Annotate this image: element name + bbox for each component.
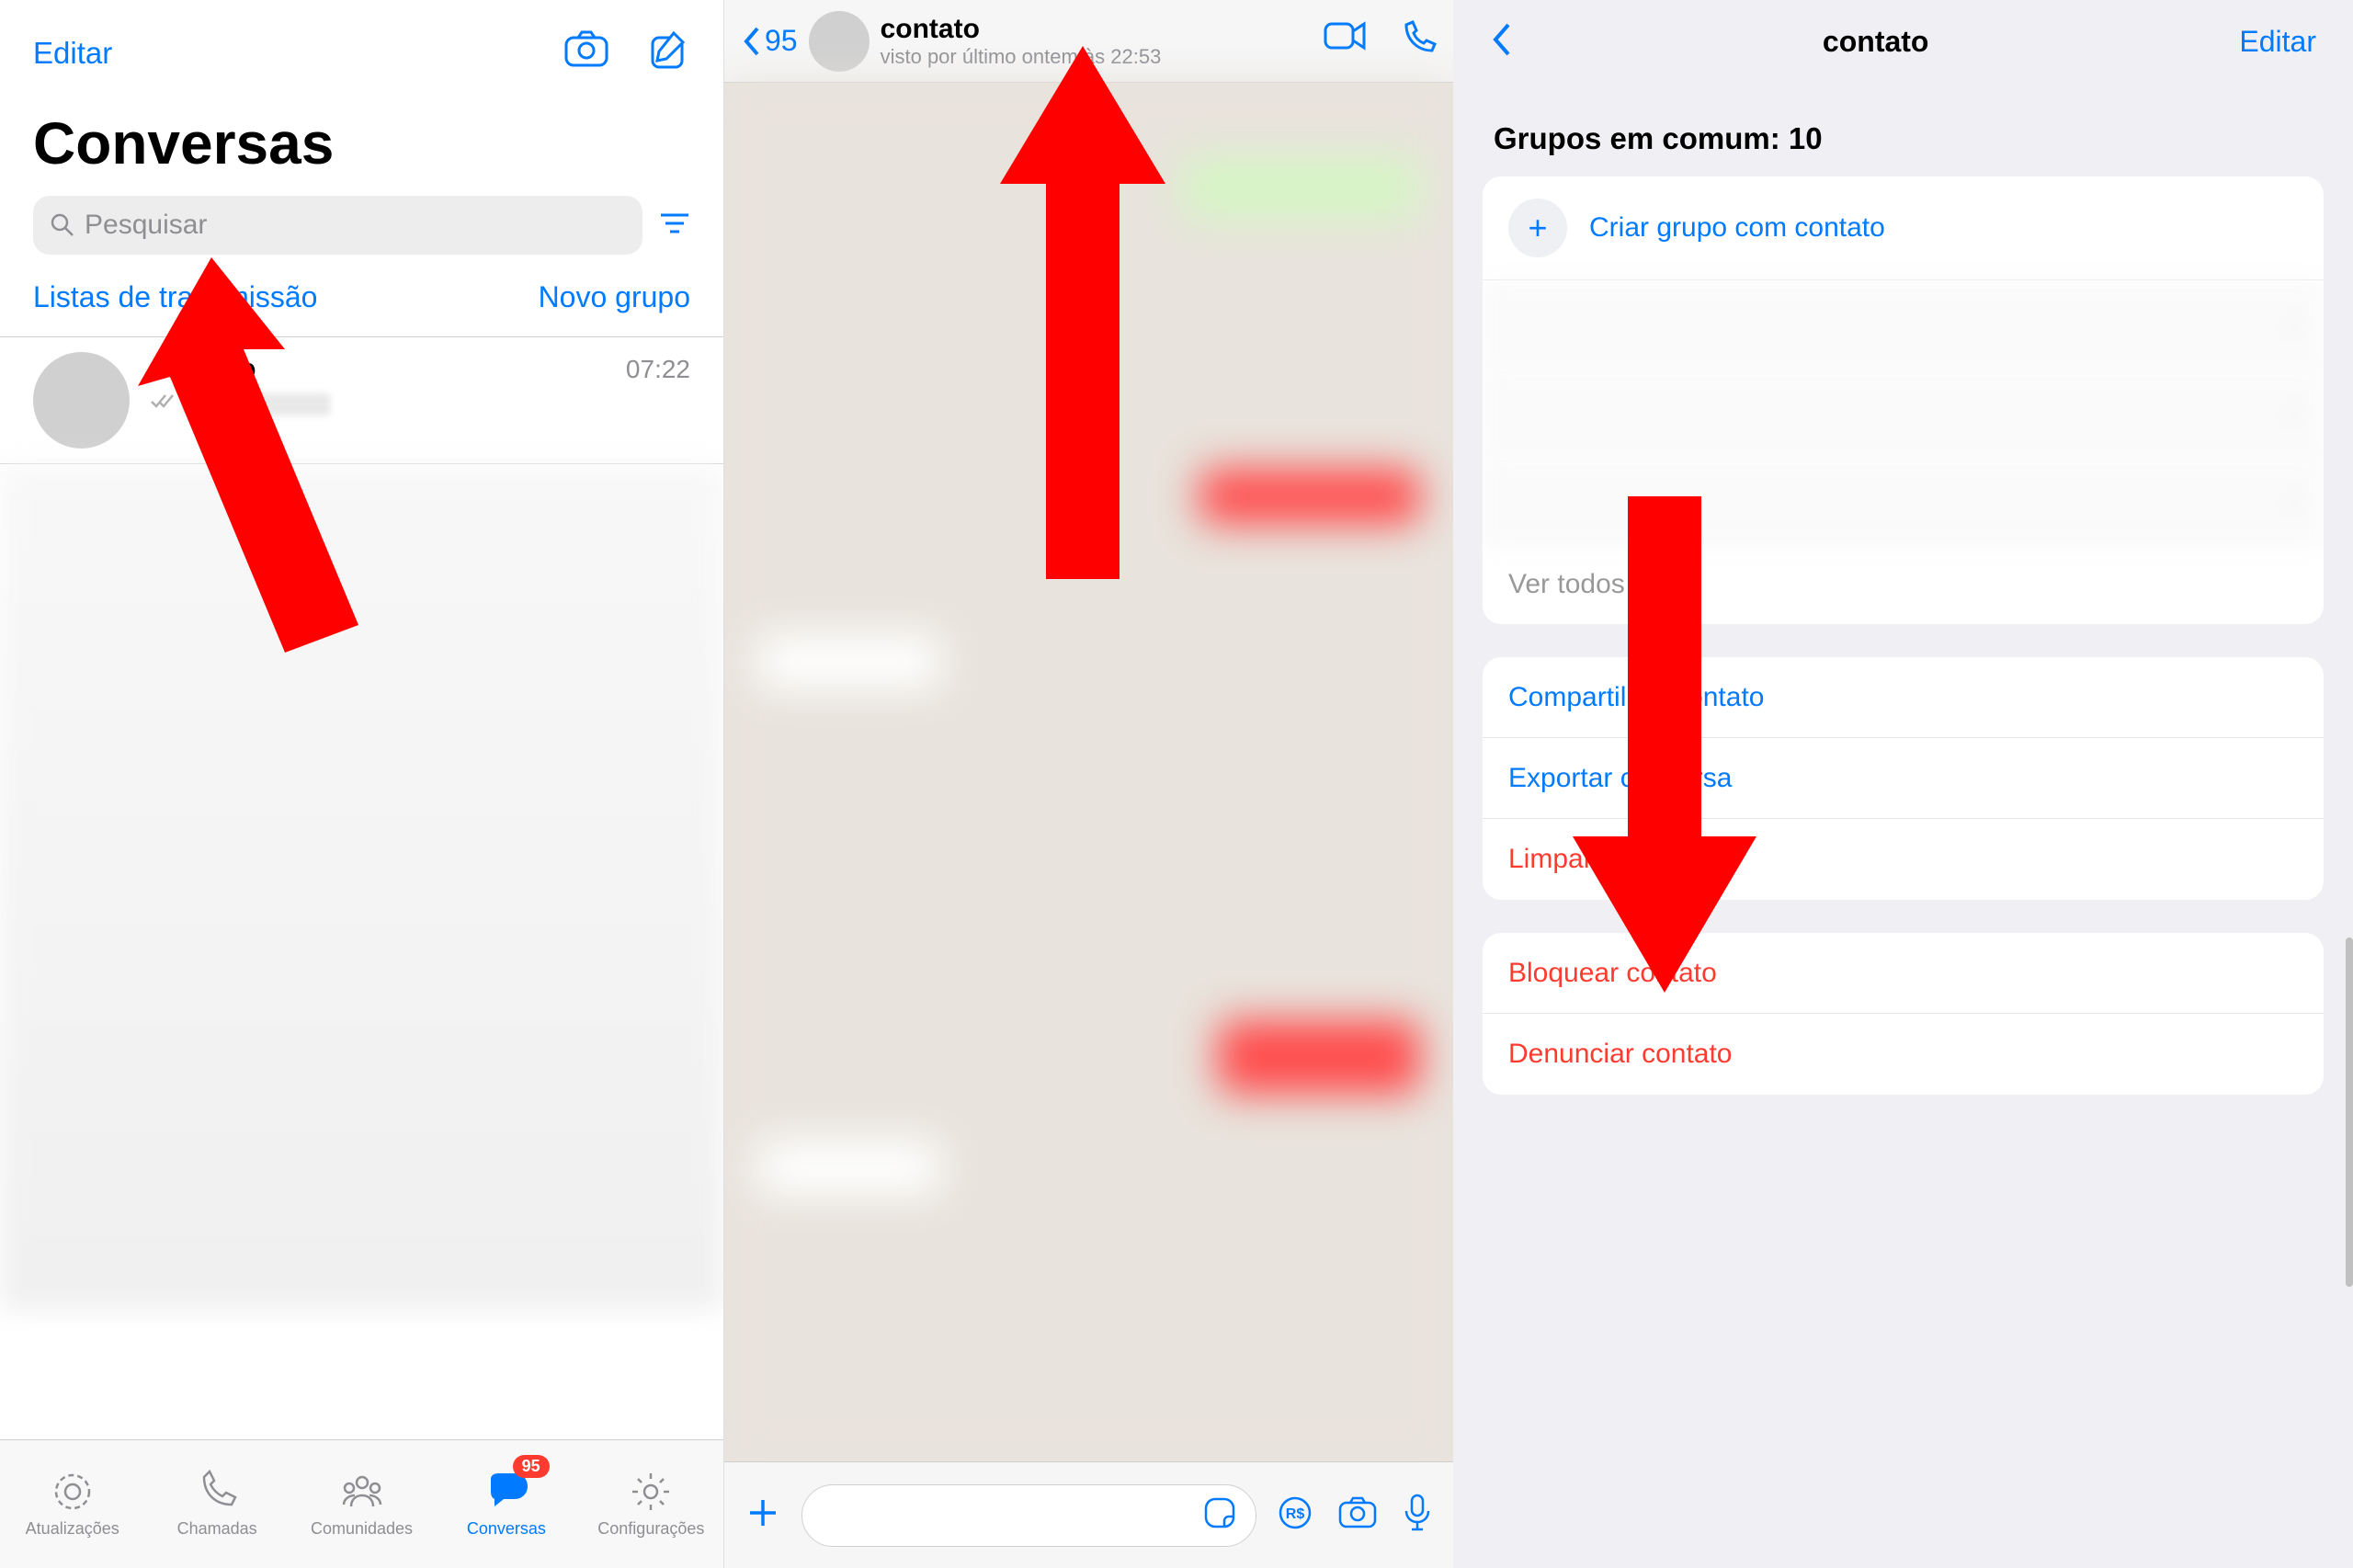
page-title: Conversas (0, 85, 723, 196)
back-count: 95 (765, 24, 798, 58)
chevron-left-icon (741, 25, 761, 58)
group-item-blurred[interactable]: › (1483, 457, 2324, 545)
group-item-blurred[interactable]: › (1483, 280, 2324, 369)
tab-settings[interactable]: Configurações (579, 1440, 723, 1568)
contact-info-panel: contato Editar Grupos em comum: 10 + Cri… (1453, 0, 2353, 1568)
conversas-panel: Editar Conversas Pesquisar Listas de tra… (0, 0, 724, 1568)
chat-time: 07:22 (626, 355, 690, 384)
create-group-label: Criar grupo com contato (1589, 212, 1885, 244)
info-title: contato (1823, 25, 1929, 59)
back-button[interactable] (1490, 21, 1512, 62)
tab-label: Conversas (467, 1519, 546, 1539)
payment-icon[interactable]: R$ (1277, 1494, 1313, 1536)
voice-call-icon[interactable] (1400, 20, 1437, 62)
compose-icon[interactable] (648, 29, 690, 76)
camera-input-icon[interactable] (1337, 1495, 1378, 1535)
attach-icon[interactable] (745, 1494, 781, 1536)
last-seen: visto por último ontem às 22:53 (881, 45, 1312, 69)
tab-chats[interactable]: 95 Conversas (434, 1440, 578, 1568)
chat-panel: 95 contato visto por último ontem às 22:… (724, 0, 1453, 1568)
share-label: Compartilhar contato (1508, 682, 1764, 713)
share-contact-row[interactable]: Compartilhar contato (1483, 657, 2324, 738)
input-actions: R$ (1277, 1493, 1433, 1538)
top-icons (563, 29, 690, 76)
chat-header-title[interactable]: contato visto por último ontem às 22:53 (881, 14, 1312, 69)
tab-label: Comunidades (311, 1519, 413, 1539)
chat-body: contato 07:22 (150, 352, 690, 417)
block-label: Bloquear contato (1508, 958, 1717, 989)
actions-card-2: Bloquear contato Denunciar contato (1483, 933, 2324, 1095)
chat-body (724, 83, 1453, 1461)
chat-header: 95 contato visto por último ontem às 22:… (724, 0, 1453, 83)
report-label: Denunciar contato (1508, 1039, 1733, 1070)
block-contact-row[interactable]: Bloquear contato (1483, 933, 2324, 1014)
sticker-icon[interactable] (1202, 1495, 1237, 1535)
edit-button[interactable]: Editar (2239, 25, 2316, 59)
groups-card: + Criar grupo com contato › › › Ver todo… (1483, 176, 2324, 624)
chevron-left-icon (1490, 21, 1512, 58)
edit-button[interactable]: Editar (33, 36, 112, 71)
camera-icon[interactable] (563, 29, 609, 76)
groups-section-title: Grupos em comum: 10 (1453, 83, 2353, 176)
chats-badge: 95 (513, 1455, 550, 1478)
filter-icon[interactable] (659, 210, 690, 241)
read-receipt-icon (150, 392, 177, 417)
updates-icon (51, 1470, 95, 1514)
broadcast-link[interactable]: Listas de transmissão (33, 280, 317, 314)
group-item-blurred[interactable]: › (1483, 369, 2324, 457)
chat-row[interactable]: contato 07:22 (0, 337, 723, 463)
avatar (33, 352, 130, 449)
search-icon (50, 212, 75, 238)
video-call-icon[interactable] (1323, 20, 1367, 62)
top-bar: Editar (0, 0, 723, 85)
header-actions (1323, 20, 1437, 62)
info-header: contato Editar (1453, 0, 2353, 83)
see-all-label: Ver todos (1508, 569, 1625, 599)
tab-label: Chamadas (177, 1519, 257, 1539)
mic-icon[interactable] (1402, 1493, 1433, 1538)
create-group-row[interactable]: + Criar grupo com contato (1483, 176, 2324, 280)
communities-icon (338, 1470, 386, 1514)
tab-updates[interactable]: Atualizações (0, 1440, 144, 1568)
search-row: Pesquisar (0, 196, 723, 255)
contact-name: contato (881, 14, 1312, 45)
tab-communities[interactable]: Comunidades (290, 1440, 434, 1568)
chat-name: contato (150, 352, 256, 386)
chat-preview-blurred (183, 393, 330, 415)
gear-icon (629, 1470, 673, 1514)
phone-icon (195, 1470, 239, 1514)
clear-label: Limpar conversa (1508, 844, 1712, 875)
svg-text:R$: R$ (1286, 1506, 1305, 1522)
export-chat-row[interactable]: Exportar conversa (1483, 738, 2324, 819)
new-group-link[interactable]: Novo grupo (539, 280, 690, 314)
clear-chat-row[interactable]: Limpar conversa (1483, 819, 2324, 900)
report-contact-row[interactable]: Denunciar contato (1483, 1014, 2324, 1095)
plus-icon: + (1508, 199, 1567, 257)
links-row: Listas de transmissão Novo grupo (0, 255, 723, 336)
blurred-chat-list (0, 464, 723, 1310)
chat-avatar[interactable] (809, 11, 870, 72)
blurred-messages (724, 83, 1453, 1461)
input-bar: R$ (724, 1461, 1453, 1568)
scrollbar[interactable] (2346, 937, 2353, 1287)
search-placeholder: Pesquisar (85, 210, 207, 241)
tab-label: Atualizações (26, 1519, 119, 1539)
tab-label: Configurações (597, 1519, 704, 1539)
tab-calls[interactable]: Chamadas (144, 1440, 289, 1568)
search-input[interactable]: Pesquisar (33, 196, 642, 255)
actions-card-1: Compartilhar contato Exportar conversa L… (1483, 657, 2324, 900)
message-input[interactable] (801, 1484, 1256, 1547)
see-all-row[interactable]: Ver todos (1483, 545, 2324, 624)
export-label: Exportar conversa (1508, 763, 1732, 794)
back-button[interactable]: 95 (741, 24, 798, 58)
tab-bar: Atualizações Chamadas Comunidades 95 Con… (0, 1439, 723, 1568)
